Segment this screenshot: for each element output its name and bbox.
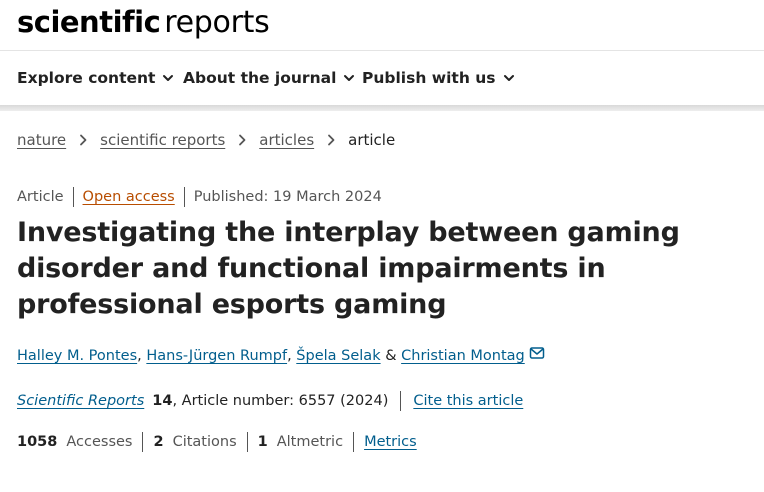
nav-about-journal-label: About the journal bbox=[183, 69, 337, 87]
chevron-right-icon bbox=[239, 134, 246, 146]
breadcrumb: nature scientific reports articles artic… bbox=[17, 129, 395, 151]
metrics-link[interactable]: Metrics bbox=[364, 434, 417, 450]
nav-explore-content[interactable]: Explore content bbox=[17, 67, 175, 89]
nav-publish-with-us-label: Publish with us bbox=[362, 69, 496, 87]
citations-label: Citations bbox=[172, 434, 237, 450]
breadcrumb-current: article bbox=[348, 131, 396, 149]
open-access-link[interactable]: Open access bbox=[83, 189, 175, 205]
metrics-divider bbox=[246, 432, 248, 452]
chevron-down-icon bbox=[163, 75, 174, 81]
metrics-divider bbox=[353, 432, 355, 452]
metrics-divider bbox=[142, 432, 144, 452]
author-link[interactable]: Špela Selak bbox=[296, 348, 380, 364]
site-header: scientific reports bbox=[0, 0, 764, 51]
chevron-right-icon bbox=[80, 134, 87, 146]
chevron-down-icon bbox=[344, 75, 355, 81]
breadcrumb-articles[interactable]: articles bbox=[259, 131, 314, 149]
article-title: Investigating the interplay between gami… bbox=[17, 217, 680, 320]
author-separator: , bbox=[137, 348, 142, 364]
author-ampersand: & bbox=[385, 348, 397, 364]
author-separator: , bbox=[287, 348, 292, 364]
chevron-right-icon bbox=[328, 134, 335, 146]
breadcrumb-nature[interactable]: nature bbox=[17, 131, 66, 149]
meta-divider bbox=[183, 187, 185, 207]
meta-divider bbox=[72, 187, 74, 207]
article-metrics: 1058 Accesses 2 Citations 1 Altmetric Me… bbox=[17, 431, 417, 453]
breadcrumb-scientific-reports[interactable]: scientific reports bbox=[100, 131, 225, 149]
article-meta: Article Open access Published: 19 March … bbox=[17, 186, 382, 208]
altmetric-label: Altmetric bbox=[276, 434, 344, 450]
accesses-label: Accesses bbox=[66, 434, 133, 450]
chevron-down-icon bbox=[503, 75, 514, 81]
main-nav: Explore content About the journal Publis… bbox=[0, 51, 764, 106]
mail-icon[interactable] bbox=[529, 346, 545, 360]
scientific-reports-logo[interactable]: scientific reports bbox=[17, 2, 270, 47]
citation-divider bbox=[400, 391, 402, 411]
logo-word-scientific: scientific bbox=[17, 5, 161, 39]
accesses-count: 1058 bbox=[17, 434, 58, 450]
cite-this-article-link[interactable]: Cite this article bbox=[413, 393, 523, 409]
altmetric-count: 1 bbox=[257, 434, 268, 450]
volume-number: 14 bbox=[152, 393, 173, 409]
author-list: Halley M. Pontes, Hans-Jürgen Rumpf, Špe… bbox=[17, 345, 545, 367]
nav-about-journal[interactable]: About the journal bbox=[183, 67, 356, 89]
published-date: Published: 19 March 2024 bbox=[193, 189, 382, 205]
journal-link[interactable]: Scientific Reports bbox=[17, 393, 144, 409]
citation-line: Scientific Reports 14, Article number: 6… bbox=[17, 390, 523, 412]
author-link[interactable]: Christian Montag bbox=[401, 348, 525, 364]
article-number: , Article number: 6557 (2024) bbox=[172, 393, 389, 409]
logo-word-reports: reports bbox=[164, 5, 270, 40]
author-link[interactable]: Halley M. Pontes bbox=[17, 348, 137, 364]
nav-divider bbox=[0, 105, 764, 111]
citations-count: 2 bbox=[153, 434, 164, 450]
nav-explore-content-label: Explore content bbox=[17, 69, 156, 87]
nav-publish-with-us[interactable]: Publish with us bbox=[362, 67, 516, 89]
article-type: Article bbox=[17, 189, 64, 205]
author-link[interactable]: Hans-Jürgen Rumpf bbox=[146, 348, 287, 364]
